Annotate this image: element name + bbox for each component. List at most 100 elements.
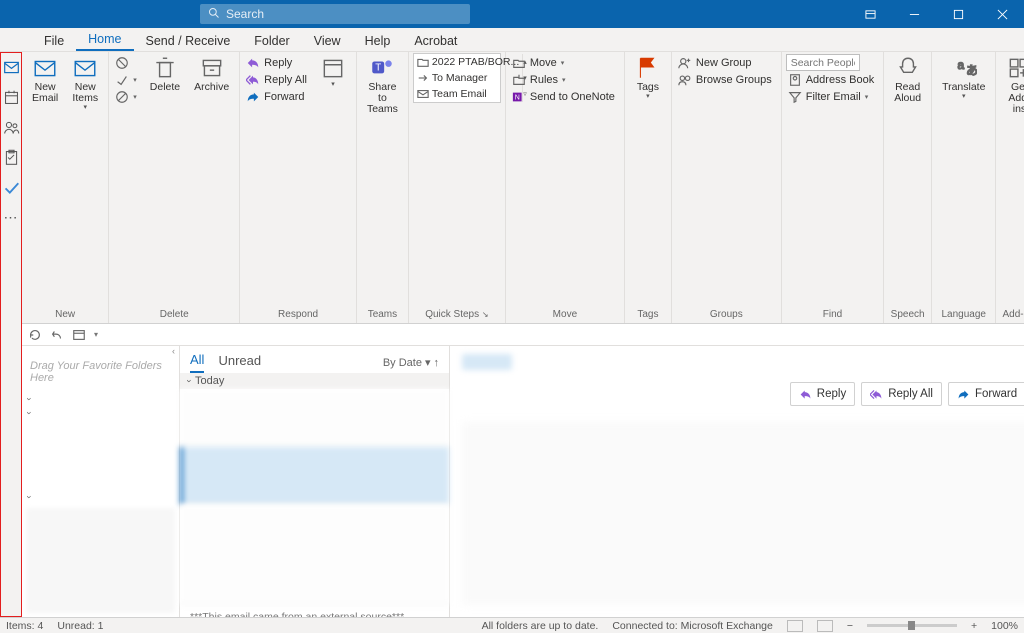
tags-button[interactable]: Tags ▾ bbox=[629, 53, 667, 105]
zoom-slider[interactable] bbox=[867, 624, 957, 627]
group-teams: T Share to Teams Teams bbox=[357, 52, 409, 323]
new-email-label: New Email bbox=[32, 82, 58, 104]
tab-folder[interactable]: Folder bbox=[242, 30, 301, 51]
archive-button[interactable]: Archive bbox=[188, 53, 235, 105]
group-find: Address Book Filter Email ▾ Find bbox=[782, 52, 884, 323]
read-aloud-button[interactable]: Read Aloud bbox=[888, 53, 927, 105]
nav-more-icon[interactable]: ⋯ bbox=[1, 207, 21, 227]
filter-unread-tab[interactable]: Unread bbox=[218, 353, 261, 372]
undo-icon[interactable] bbox=[50, 328, 64, 342]
new-group-label: New Group bbox=[696, 57, 752, 69]
tab-view[interactable]: View bbox=[302, 30, 353, 51]
tab-home[interactable]: Home bbox=[76, 28, 133, 51]
chevron-down-icon: ▾ bbox=[425, 356, 431, 369]
forward-label: Forward bbox=[264, 91, 304, 103]
message-item[interactable] bbox=[180, 447, 449, 505]
group-speech-label: Speech bbox=[884, 309, 931, 323]
folder-tree-node[interactable]: › bbox=[22, 490, 179, 504]
sort-by-button[interactable]: By Date▾ ↑ bbox=[383, 356, 439, 369]
delete-button[interactable]: Delete bbox=[144, 53, 186, 105]
status-items: Items: 4 bbox=[6, 620, 43, 632]
chevron-down-icon[interactable]: ▾ bbox=[94, 330, 98, 339]
folder-tree-blurred bbox=[26, 508, 175, 613]
date-separator[interactable]: ›Today bbox=[180, 373, 449, 389]
meeting-button[interactable]: ▾ bbox=[314, 53, 352, 105]
svg-text:a: a bbox=[957, 58, 964, 72]
move-button[interactable]: Move ▾ bbox=[510, 55, 620, 71]
search-people-input[interactable] bbox=[786, 54, 860, 71]
group-move: Move ▾ Rules ▾ NSend to OneNote Move bbox=[506, 52, 625, 323]
filter-email-button[interactable]: Filter Email ▾ bbox=[786, 89, 879, 105]
global-search[interactable] bbox=[200, 4, 470, 24]
window-close[interactable] bbox=[980, 0, 1024, 28]
collapse-folder-pane[interactable]: ‹ bbox=[22, 346, 179, 356]
zoom-in-button[interactable]: + bbox=[971, 620, 977, 632]
share-teams-label: Share to Teams bbox=[367, 82, 398, 115]
onenote-button[interactable]: NSend to OneNote bbox=[510, 89, 620, 105]
filter-email-label: Filter Email bbox=[806, 91, 861, 103]
ribbon-display-options[interactable] bbox=[848, 0, 892, 28]
folder-tree-node[interactable]: › bbox=[22, 392, 179, 406]
nav-tasks-icon[interactable] bbox=[1, 147, 21, 167]
message-item[interactable] bbox=[180, 389, 449, 447]
tab-file[interactable]: File bbox=[32, 30, 76, 51]
nav-people-icon[interactable] bbox=[1, 117, 21, 137]
tab-help[interactable]: Help bbox=[353, 30, 403, 51]
filter-all-tab[interactable]: All bbox=[190, 352, 204, 373]
global-search-input[interactable] bbox=[226, 7, 462, 21]
new-items-icon bbox=[72, 55, 98, 81]
folder-tree-node[interactable]: › bbox=[22, 406, 179, 420]
forward-button[interactable]: Forward bbox=[244, 89, 312, 105]
new-email-button[interactable]: New Email bbox=[26, 53, 64, 105]
view-reading-button[interactable] bbox=[817, 620, 833, 632]
search-icon bbox=[208, 7, 220, 22]
ignore-button[interactable] bbox=[113, 55, 142, 71]
window-minimize[interactable] bbox=[892, 0, 936, 28]
reply-button[interactable]: Reply bbox=[244, 55, 312, 71]
cleanup-button[interactable]: ▾ bbox=[113, 72, 142, 88]
get-addins-label: Get Add-ins bbox=[1006, 82, 1024, 115]
group-tags: Tags ▾ Tags bbox=[625, 52, 672, 323]
group-new-label: New bbox=[22, 309, 108, 323]
group-addins-label: Add-ins bbox=[996, 309, 1024, 323]
address-book-button[interactable]: Address Book bbox=[786, 72, 879, 88]
view-normal-button[interactable] bbox=[787, 620, 803, 632]
zoom-out-button[interactable]: − bbox=[847, 620, 853, 632]
junk-button[interactable]: ▾ bbox=[113, 89, 142, 105]
browse-groups-button[interactable]: Browse Groups bbox=[676, 72, 777, 88]
refresh-icon[interactable] bbox=[28, 328, 42, 342]
svg-text:あ: あ bbox=[966, 64, 977, 78]
nav-calendar-icon[interactable] bbox=[1, 87, 21, 107]
new-items-button[interactable]: New Items ▾ bbox=[66, 53, 104, 105]
delete-label: Delete bbox=[150, 82, 180, 93]
get-addins-button[interactable]: Get Add-ins bbox=[1000, 53, 1024, 105]
chevron-down-icon: ▾ bbox=[646, 94, 650, 100]
chevron-down-icon: ▾ bbox=[331, 82, 335, 88]
translate-button[interactable]: aあ Translate ▾ bbox=[936, 53, 991, 105]
reply-all-label: Reply All bbox=[264, 74, 307, 86]
sender-blurred bbox=[462, 354, 512, 370]
tab-acrobat[interactable]: Acrobat bbox=[402, 30, 469, 51]
reading-forward-button[interactable]: Forward bbox=[948, 382, 1024, 406]
read-aloud-label: Read Aloud bbox=[894, 82, 921, 104]
reading-reply-button[interactable]: Reply bbox=[790, 382, 855, 406]
rules-button[interactable]: Rules ▾ bbox=[510, 72, 620, 88]
nav-todo-icon[interactable] bbox=[1, 177, 21, 197]
reply-all-button[interactable]: Reply All bbox=[244, 72, 312, 88]
share-teams-button[interactable]: T Share to Teams bbox=[361, 53, 404, 105]
message-item[interactable] bbox=[180, 505, 449, 605]
sort-direction-icon[interactable]: ↑ bbox=[434, 357, 440, 369]
tab-send-receive[interactable]: Send / Receive bbox=[134, 30, 243, 51]
reading-reply-all-button[interactable]: Reply All bbox=[861, 382, 942, 406]
quick-steps-gallery[interactable]: 2022 PTAB/BOR... To Manager Team Email ▴… bbox=[413, 53, 501, 103]
chevron-down-icon: ▾ bbox=[962, 94, 966, 100]
browse-groups-label: Browse Groups bbox=[696, 74, 772, 86]
chevron-down-icon: ▾ bbox=[84, 105, 88, 111]
group-respond-label: Respond bbox=[240, 309, 356, 323]
reply-icon bbox=[799, 388, 812, 401]
window-icon[interactable] bbox=[72, 328, 86, 342]
new-group-button[interactable]: New Group bbox=[676, 55, 777, 71]
nav-mail-icon[interactable] bbox=[1, 57, 21, 77]
group-addins: Get Add-ins Add-ins bbox=[996, 52, 1024, 323]
window-maximize[interactable] bbox=[936, 0, 980, 28]
